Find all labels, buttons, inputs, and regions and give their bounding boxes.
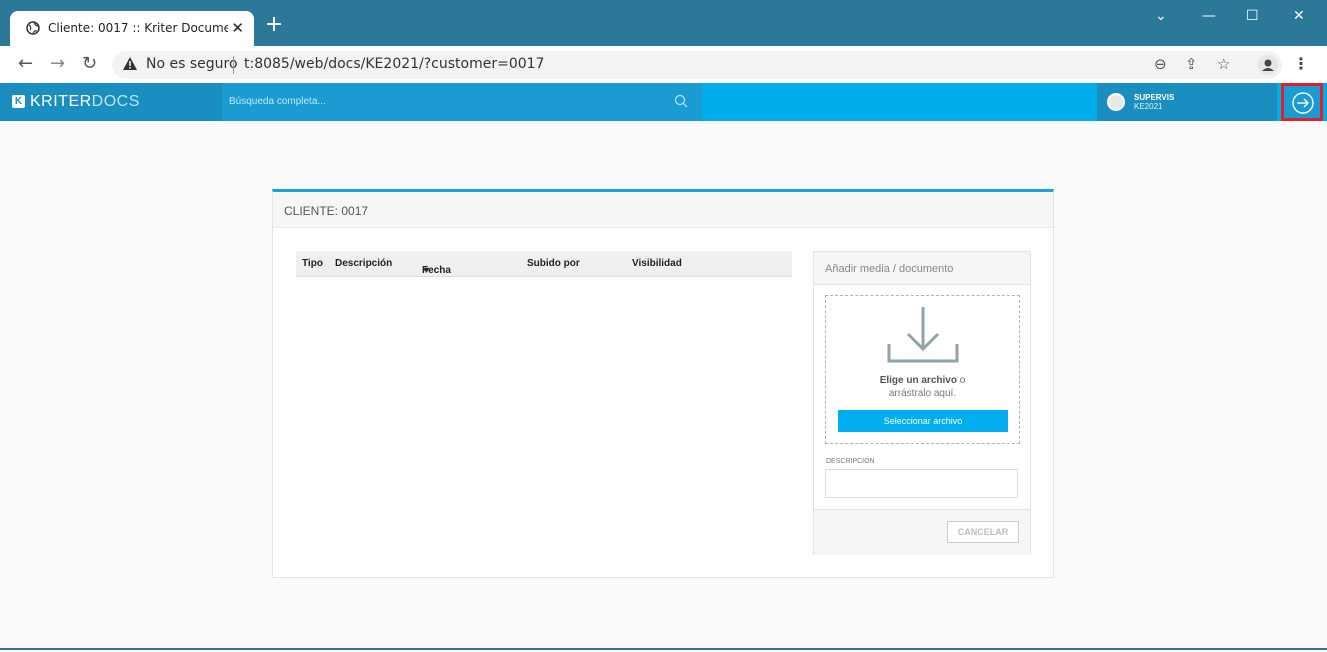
- share-icon[interactable]: ⇪: [1185, 55, 1198, 73]
- browser-tab-strip: Cliente: 0017 :: Kriter Documentos ✕ + ⌄…: [0, 0, 1327, 46]
- address-bar[interactable]: No es seguro t:8085/web/docs/KE2021/?cus…: [112, 51, 1282, 79]
- browser-tab[interactable]: Cliente: 0017 :: Kriter Documentos ✕: [10, 11, 254, 46]
- documents-table-header: Tipo Descripción Fecha ▼ Subido por Visi…: [296, 251, 792, 277]
- column-subido-por[interactable]: Subido por: [527, 258, 580, 269]
- user-company: KE2021: [1134, 102, 1163, 111]
- search-placeholder: Búsqueda completa...: [229, 96, 326, 107]
- user-menu[interactable]: SUPERVIS KE2021: [1097, 83, 1277, 121]
- drop-zone[interactable]: Elige un archivo o arrástralo aquí. Sele…: [825, 295, 1020, 444]
- menu-icon[interactable]: ⋮: [1293, 54, 1309, 73]
- choose-file-link[interactable]: Elige un archivo: [880, 375, 957, 386]
- tab-close-icon[interactable]: ✕: [231, 19, 244, 37]
- download-icon: [887, 307, 959, 363]
- logo-sub: DOCS: [91, 93, 140, 110]
- column-visibilidad[interactable]: Visibilidad: [632, 258, 682, 269]
- choose-file-text: Elige un archivo o: [826, 375, 1019, 386]
- drag-text: arrástralo aquí.: [888, 388, 957, 399]
- logo-mark-icon: K: [12, 95, 25, 108]
- globe-icon: [26, 21, 40, 35]
- description-label: DESCRIPCIÓN: [826, 458, 875, 465]
- column-descripcion[interactable]: Descripción: [335, 258, 392, 269]
- upload-title: Añadir media / documento: [825, 263, 954, 275]
- app-logo[interactable]: K KRITERDOCS: [0, 83, 222, 121]
- user-name: SUPERVIS: [1134, 93, 1175, 102]
- search-icon[interactable]: [674, 94, 688, 108]
- logo-text: KRITERDOCS: [30, 93, 140, 111]
- maximize-button[interactable]: ☐: [1246, 8, 1259, 24]
- search-input[interactable]: Búsqueda completa...: [222, 83, 702, 121]
- zoom-icon[interactable]: ⊖: [1154, 55, 1167, 73]
- description-input[interactable]: [825, 469, 1018, 498]
- choose-file-or: o: [956, 375, 966, 386]
- avatar: [1107, 93, 1125, 111]
- upload-panel: Añadir media / documento Elige un archiv…: [813, 251, 1031, 555]
- back-button[interactable]: ←: [18, 54, 33, 74]
- reload-button[interactable]: ↻: [82, 54, 97, 74]
- upload-panel-header: Añadir media / documento: [814, 252, 1030, 285]
- customer-card: CLIENTE: 0017 Tipo Descripción Fecha ▼ S…: [272, 189, 1054, 578]
- minimize-button[interactable]: —: [1202, 8, 1216, 24]
- forward-button[interactable]: →: [50, 54, 65, 74]
- url-text[interactable]: t:8085/web/docs/KE2021/?customer=0017: [244, 56, 544, 72]
- column-tipo[interactable]: Tipo: [302, 258, 323, 269]
- card-title: CLIENTE: 0017: [284, 204, 369, 218]
- logout-button[interactable]: [1281, 83, 1323, 121]
- tab-search-icon[interactable]: ⌄: [1155, 8, 1167, 24]
- select-file-button[interactable]: Seleccionar archivo: [838, 410, 1008, 432]
- close-window-button[interactable]: ✕: [1293, 8, 1305, 24]
- cancel-button[interactable]: CANCELAR: [947, 521, 1019, 543]
- sort-desc-icon: ▼: [422, 265, 431, 275]
- browser-toolbar: ← → ↻ No es seguro t:8085/web/docs/KE202…: [0, 46, 1327, 83]
- star-icon[interactable]: ☆: [1217, 55, 1230, 73]
- app-header: K KRITERDOCS Búsqueda completa... SUPERV…: [0, 83, 1327, 121]
- upload-panel-footer: CANCELAR: [814, 509, 1030, 555]
- window-bottom-border: [0, 648, 1327, 650]
- new-tab-button[interactable]: +: [264, 14, 284, 36]
- warning-icon: [123, 57, 137, 70]
- logo-main: KRITER: [30, 93, 92, 110]
- profile-icon[interactable]: [1257, 54, 1279, 76]
- separator: [233, 56, 234, 74]
- security-label[interactable]: No es seguro: [146, 56, 238, 72]
- logout-icon: [1292, 92, 1314, 114]
- card-header: CLIENTE: 0017: [273, 192, 1053, 228]
- tab-title: Cliente: 0017 :: Kriter Documentos: [48, 21, 228, 35]
